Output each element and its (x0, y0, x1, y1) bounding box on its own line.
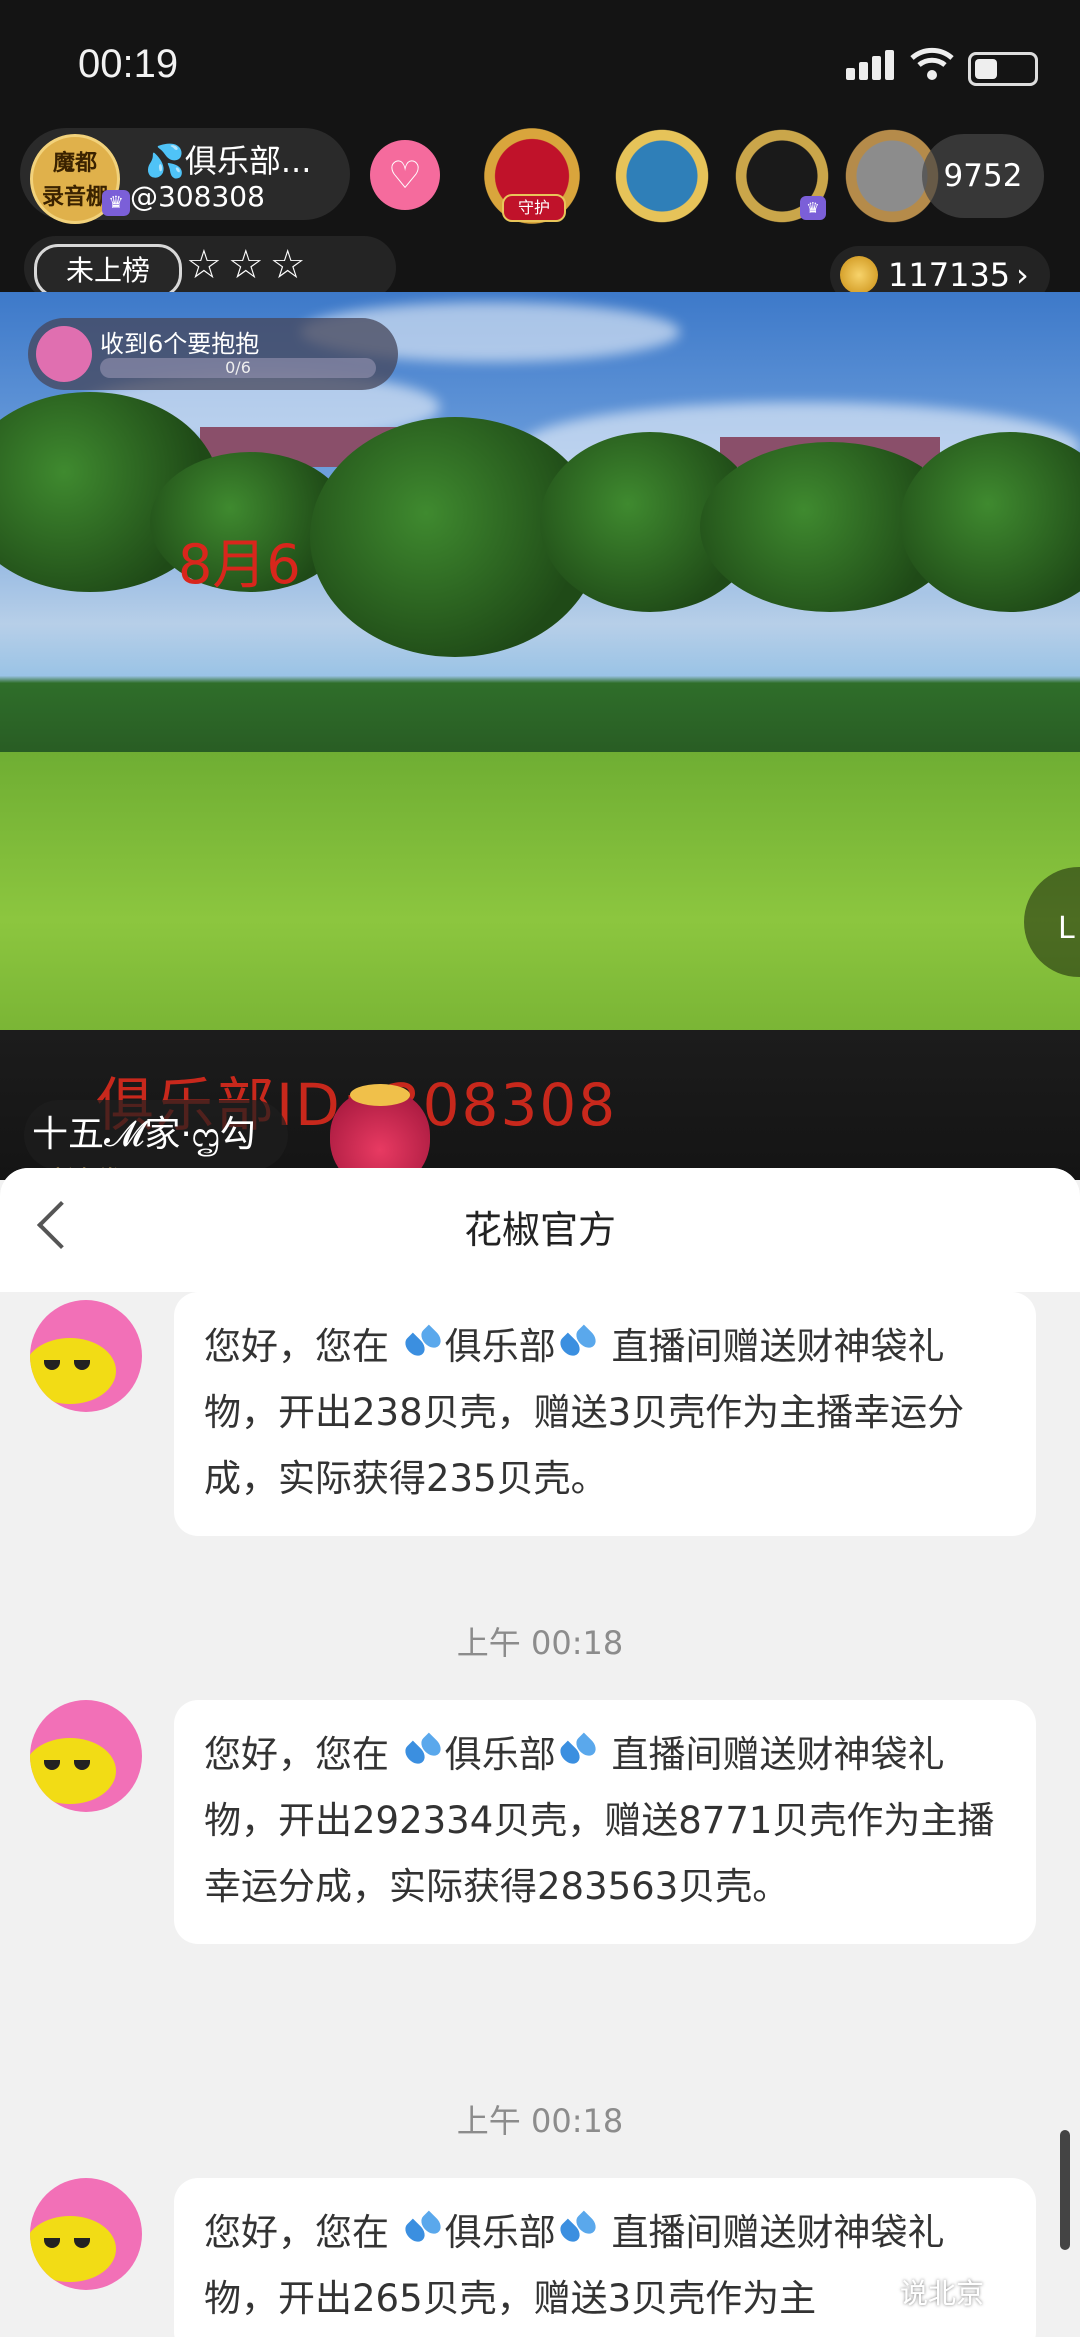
message-timestamp: 上午 00:18 (456, 2102, 624, 2140)
panel-header: 花椒官方 (0, 1168, 1080, 1292)
guard-badge[interactable]: 守护 (478, 122, 586, 230)
panel-title: 花椒官方 (463, 1208, 616, 1252)
droplet-icon (401, 1324, 445, 1365)
live-room: 00:19 魔都 录音棚 ♛ 💦俱乐部... @308308 ♡ 守护 ♛ 97… (0, 0, 1080, 1180)
coin-icon (840, 256, 878, 294)
message-text: 您好，您在 (204, 1325, 401, 1368)
crown-icon: ♛ (800, 196, 826, 220)
watermark: 说北京 (900, 2277, 985, 2310)
viewer-count[interactable]: 9752 (922, 134, 1044, 218)
top-viewer-avatar[interactable]: ♛ (728, 122, 836, 230)
task-progress-text: 0/6 (225, 358, 251, 377)
battery-icon (968, 52, 1038, 86)
task-pill[interactable]: 收到6个要抱抱 0/6 (28, 318, 398, 390)
scrollbar[interactable] (1060, 2130, 1070, 2250)
droplet-icon (401, 1732, 445, 1773)
droplet-icon (401, 2210, 445, 2251)
droplet-icon (556, 2210, 600, 2251)
droplet-icon (556, 1732, 600, 1773)
meadow (0, 752, 1080, 1030)
official-avatar[interactable] (30, 1700, 142, 1812)
message-bubble: 您好，您在 俱乐部 直播间赠送财神袋礼物，开出265贝壳，赠送3贝壳作为主 (174, 2178, 1036, 2337)
crown-icon: ♛ (102, 190, 130, 216)
status-time: 00:19 (78, 42, 179, 86)
task-title: 收到6个要抱抱 (100, 330, 260, 358)
message-timestamp: 上午 00:18 (456, 1624, 624, 1662)
host-avatar-text: 魔都 (52, 151, 97, 176)
top-viewer-avatar[interactable] (608, 122, 716, 230)
official-avatar[interactable] (30, 1300, 142, 1412)
message-text: 您好，您在 (204, 1733, 401, 1776)
droplet-icon (556, 1324, 600, 1365)
task-icon (36, 326, 92, 382)
follow-heart-button[interactable]: ♡ (370, 140, 440, 210)
official-message-panel: 花椒官方 您好，您在 俱乐部 直播间赠送财神袋礼物，开出238贝壳，赠送3贝壳作… (0, 1168, 1080, 2337)
host-name: 💦俱乐部... (145, 142, 312, 180)
status-bar: 00:19 (0, 0, 1080, 120)
task-progress-bar: 0/6 (100, 358, 376, 378)
host-id: @308308 (130, 180, 265, 213)
side-button-label: L (1058, 911, 1075, 946)
video-date-text: 8月6 (178, 533, 301, 596)
star-rating: ☆☆☆ (186, 242, 312, 288)
message-text: 您好，您在 (204, 2211, 401, 2254)
host-info-pill[interactable]: 魔都 录音棚 ♛ 💦俱乐部... @308308 (20, 128, 350, 224)
signal-icon (846, 50, 898, 80)
club-name: 俱乐部 (444, 1325, 556, 1368)
guard-badge-label: 守护 (502, 194, 566, 222)
rank-button[interactable]: 未上榜 (34, 244, 182, 298)
club-name: 俱乐部 (444, 2211, 556, 2254)
lucky-bag-icon[interactable] (330, 1084, 430, 1180)
club-name: 俱乐部 (444, 1733, 556, 1776)
wifi-icon (910, 47, 954, 80)
official-avatar[interactable] (30, 2178, 142, 2290)
message-bubble: 您好，您在 俱乐部 直播间赠送财神袋礼物，开出292334贝壳，赠送8771贝壳… (174, 1700, 1036, 1944)
message-bubble: 您好，您在 俱乐部 直播间赠送财神袋礼物，开出238贝壳，赠送3贝壳作为主播幸运… (174, 1292, 1036, 1536)
video-frame: 8月6 L (0, 292, 1080, 1030)
